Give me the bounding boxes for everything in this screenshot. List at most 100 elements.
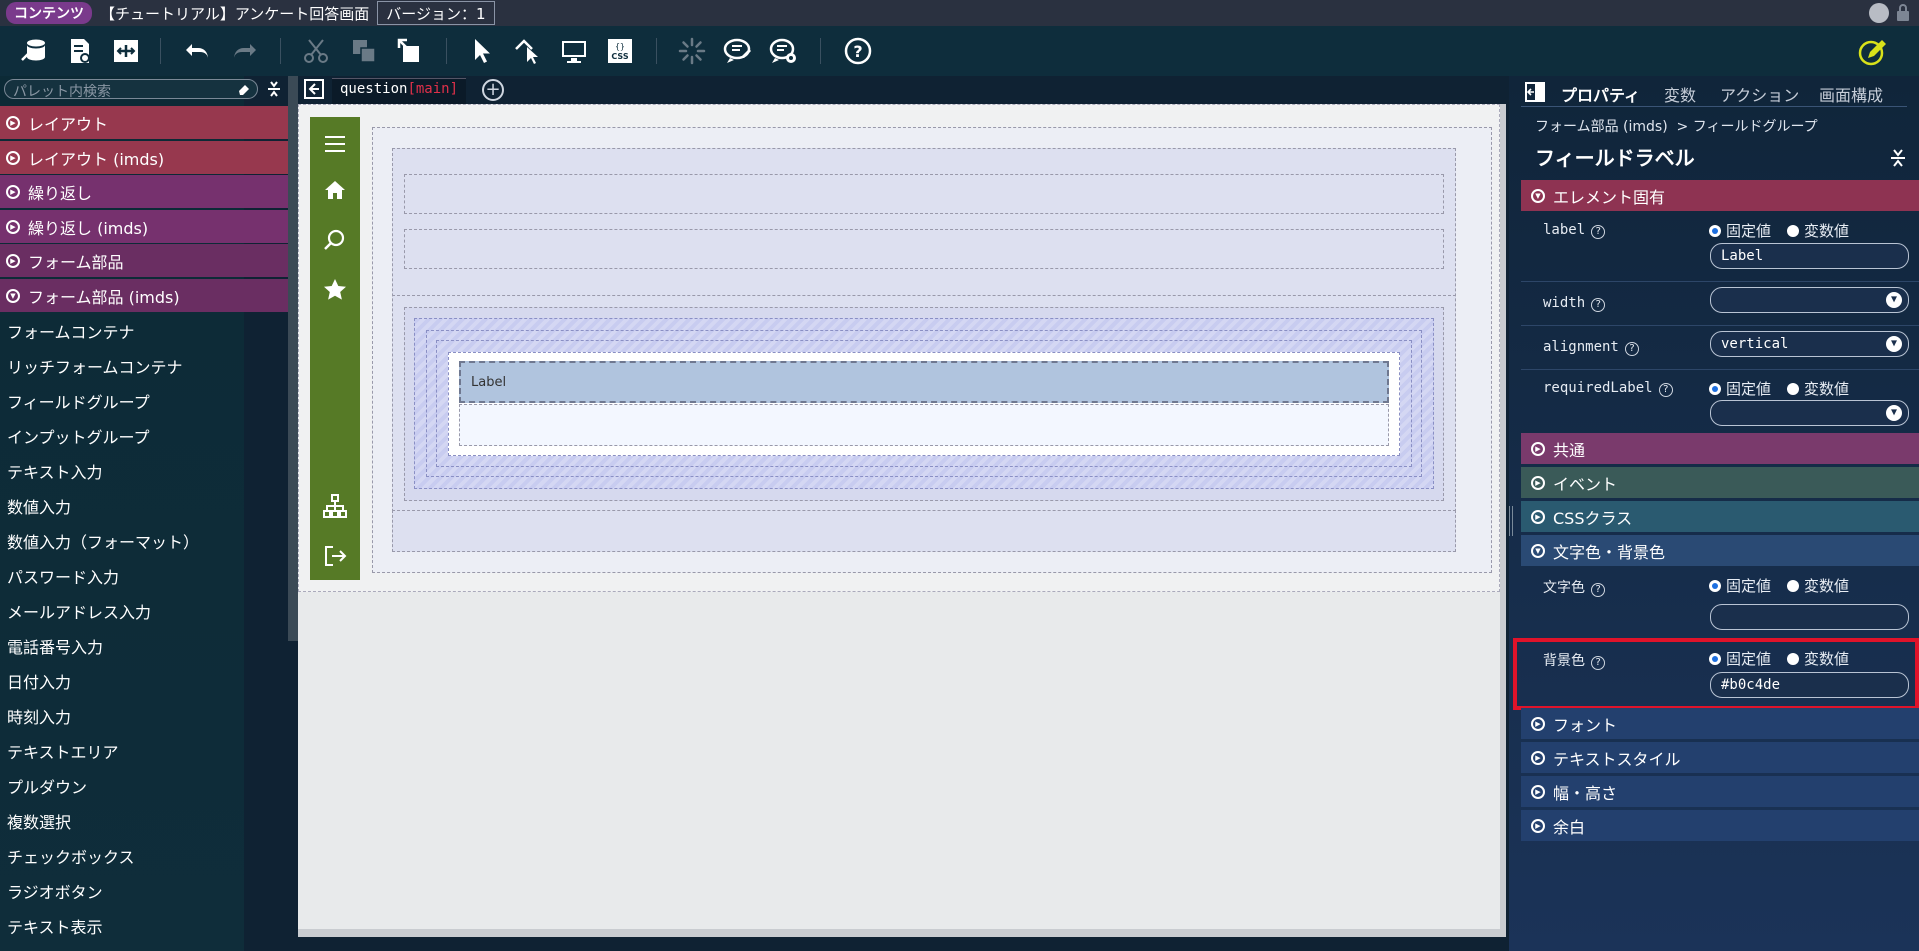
collapse-left-icon[interactable] — [304, 79, 324, 99]
panel-splitter[interactable] — [1509, 506, 1513, 536]
sitemap-icon[interactable] — [322, 493, 348, 519]
radio-fixed[interactable]: 固定値 — [1709, 648, 1771, 669]
label-value-input[interactable]: Label — [1710, 243, 1909, 269]
section-text-style[interactable]: ▶ テキストスタイル — [1521, 742, 1919, 773]
multi-select-pointer-icon[interactable] — [512, 35, 544, 67]
palette-item[interactable]: ラジオボタン — [7, 874, 103, 908]
section-element-specific[interactable]: ▼ エレメント固有 — [1521, 180, 1919, 211]
bg-color-input[interactable]: #b0c4de — [1710, 672, 1909, 698]
help-icon[interactable]: ? — [1591, 583, 1605, 597]
tab-actions[interactable]: アクション — [1720, 82, 1799, 106]
css-file-icon[interactable]: {} CSS — [604, 35, 636, 67]
collapse-all-icon[interactable] — [266, 80, 282, 98]
comment-settings-icon[interactable] — [768, 35, 800, 67]
redo-icon[interactable] — [228, 35, 260, 67]
radio-fixed[interactable]: 固定値 — [1709, 575, 1771, 596]
empty-slot[interactable] — [404, 229, 1444, 269]
empty-slot[interactable] — [404, 174, 1444, 214]
select-pointer-icon[interactable] — [466, 35, 498, 67]
version-label[interactable]: バージョン：1 — [377, 1, 495, 25]
width-select[interactable]: ▼ — [1710, 287, 1909, 313]
logout-icon[interactable] — [322, 543, 348, 569]
lock-icon[interactable] — [1895, 3, 1913, 23]
tab-question[interactable]: question[main] — [332, 78, 467, 104]
palette-item[interactable]: 電話番号入力 — [7, 629, 103, 663]
tab-screen-structure[interactable]: 画面構成 — [1819, 82, 1883, 106]
empty-slot[interactable] — [392, 295, 1456, 296]
palette-scrollbar[interactable] — [288, 76, 298, 641]
palette-item[interactable]: フォームコンテナ — [7, 314, 135, 348]
palette-item[interactable]: 複数選択 — [7, 804, 71, 838]
section-common[interactable]: ▶ 共通 — [1521, 433, 1919, 464]
help-icon[interactable]: ? — [1591, 225, 1606, 239]
palette-item[interactable]: メールアドレス入力 — [7, 594, 151, 628]
palette-category-layout-imds[interactable]: ▶ レイアウト (imds) — [0, 141, 288, 174]
help-icon[interactable]: ? — [1591, 656, 1605, 670]
palette-category-repeat-imds[interactable]: ▶ 繰り返し (imds) — [0, 210, 288, 243]
palette-item[interactable]: 数値入力 — [7, 489, 71, 523]
palette-item[interactable]: リッチフォームコンテナ — [7, 349, 183, 383]
radio-variable[interactable]: 変数値 — [1787, 220, 1849, 241]
hamburger-menu-icon[interactable] — [322, 131, 348, 157]
required-label-select[interactable]: ▼ — [1710, 400, 1909, 426]
database-icon[interactable] — [18, 35, 50, 67]
section-event[interactable]: ▶ イベント — [1521, 467, 1919, 498]
eraser-icon[interactable] — [237, 82, 251, 96]
cut-icon[interactable] — [300, 35, 332, 67]
section-text-bg-color[interactable]: ▼ 文字色・背景色 — [1521, 535, 1919, 566]
collapse-all-icon[interactable] — [1889, 148, 1907, 168]
radio-variable[interactable]: 変数値 — [1787, 575, 1849, 596]
tab-properties[interactable]: プロパティ — [1561, 82, 1640, 106]
radio-fixed[interactable]: 固定値 — [1709, 220, 1771, 241]
paste-icon[interactable] — [394, 35, 426, 67]
palette-category-layout[interactable]: ▶ レイアウト — [0, 106, 288, 139]
section-font[interactable]: ▶ フォント — [1521, 708, 1919, 739]
comment-edit-icon[interactable] — [722, 35, 754, 67]
palette-item[interactable]: パスワード入力 — [7, 559, 119, 593]
canvas-vertical-scrollbar[interactable] — [1500, 104, 1506, 937]
content-badge[interactable]: コンテンツ — [6, 2, 92, 24]
alignment-select[interactable]: vertical ▼ — [1710, 331, 1909, 357]
avatar[interactable] — [1869, 3, 1889, 23]
copy-icon[interactable] — [348, 35, 380, 67]
field-label-element[interactable]: Label — [459, 361, 1389, 403]
section-css-class[interactable]: ▶ CSSクラス — [1521, 501, 1919, 532]
palette-item[interactable]: 日付入力 — [7, 664, 71, 698]
edit-mode-icon[interactable] — [1856, 35, 1888, 67]
palette-category-repeat[interactable]: ▶ 繰り返し — [0, 175, 288, 208]
palette-item[interactable]: テキストエリア — [7, 734, 119, 768]
text-color-input[interactable] — [1710, 604, 1909, 630]
palette-item[interactable]: テキスト表示 — [7, 909, 103, 943]
field-body[interactable] — [459, 404, 1389, 446]
search-icon[interactable] — [322, 227, 348, 253]
palette-category-form-parts[interactable]: ▶ フォーム部品 — [0, 244, 288, 277]
tab-variables[interactable]: 変数 — [1664, 82, 1696, 106]
preview-monitor-icon[interactable] — [558, 35, 590, 67]
canvas-horizontal-scrollbar[interactable] — [298, 929, 1500, 937]
split-icon[interactable] — [110, 35, 142, 67]
add-tab-icon[interactable]: + — [482, 79, 504, 101]
palette-item[interactable]: インプットグループ — [7, 419, 150, 453]
help-icon[interactable]: ? — [1591, 298, 1606, 312]
palette-item[interactable]: 数値入力（フォーマット） — [7, 524, 199, 558]
palette-item[interactable]: テキスト入力 — [7, 454, 103, 488]
help-icon[interactable]: ? — [1624, 342, 1639, 356]
home-icon[interactable] — [322, 177, 348, 203]
section-margin[interactable]: ▶ 余白 — [1521, 810, 1919, 841]
document-settings-icon[interactable] — [64, 35, 96, 67]
help-icon[interactable]: ? — [1658, 383, 1673, 397]
palette-item[interactable]: チェックボックス — [7, 839, 135, 873]
palette-item[interactable]: プルダウン — [7, 769, 87, 803]
palette-category-form-parts-imds[interactable]: ▼ フォーム部品 (imds) — [0, 279, 288, 312]
star-icon[interactable] — [322, 277, 348, 303]
empty-slot[interactable] — [392, 510, 1456, 552]
palette-item[interactable]: 時刻入力 — [7, 699, 71, 733]
radio-variable[interactable]: 変数値 — [1787, 648, 1849, 669]
radio-variable[interactable]: 変数値 — [1787, 378, 1849, 399]
section-size[interactable]: ▶ 幅・高さ — [1521, 776, 1919, 807]
palette-search-input[interactable]: パレット内検索 — [4, 79, 258, 100]
help-icon[interactable]: ? — [842, 35, 874, 67]
panel-toggle-icon[interactable] — [1525, 82, 1545, 102]
radio-fixed[interactable]: 固定値 — [1709, 378, 1771, 399]
undo-icon[interactable] — [182, 35, 214, 67]
